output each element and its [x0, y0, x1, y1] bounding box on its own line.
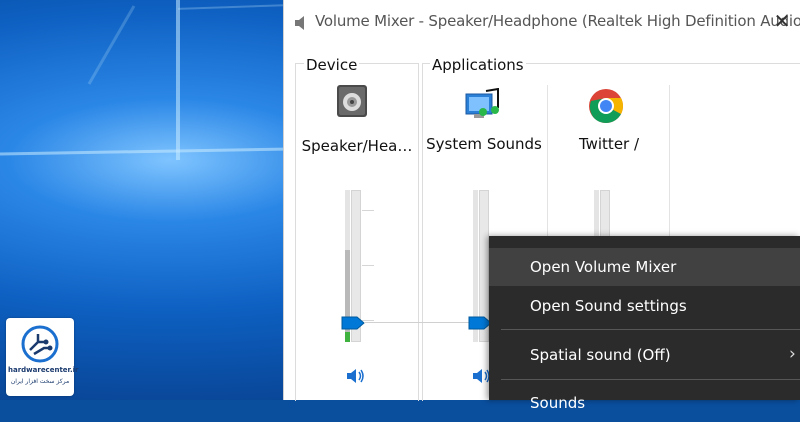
menu-item-open-volume-mixer[interactable]: Open Volume Mixer: [489, 248, 800, 286]
watermark-brand: hardwarecenter.ir: [8, 366, 79, 374]
slider-link-line: [364, 322, 476, 323]
slider-tick: [362, 210, 374, 211]
menu-item-open-sound-settings[interactable]: Open Sound settings: [489, 287, 800, 325]
window-title: Volume Mixer - Speaker/Headphone (Realte…: [315, 12, 800, 30]
volume-slider-twitter[interactable]: [600, 190, 610, 238]
applications-group-label: Applications: [430, 56, 526, 74]
menu-item-label: Spatial sound (Off): [530, 346, 671, 364]
system-sounds-icon: [465, 88, 499, 118]
speaker-device-icon: [337, 85, 367, 117]
slider-tick: [362, 265, 374, 266]
tray-context-menu: Open Volume Mixer Open Sound settings Sp…: [489, 236, 800, 412]
chevron-right-icon: ›: [789, 344, 796, 364]
menu-item-spatial-sound[interactable]: Spatial sound (Off) ›: [489, 336, 800, 374]
menu-item-label: Open Sound settings: [530, 297, 687, 315]
menu-item-label: Sounds: [530, 394, 586, 412]
light-beam: [176, 0, 180, 160]
device-group-label: Device: [304, 56, 360, 74]
circuit-icon: [21, 325, 59, 363]
menu-divider: [501, 329, 800, 330]
close-button[interactable]: ✕: [771, 10, 793, 32]
level-meter-twitter: [594, 190, 599, 238]
speaker-title-icon: [295, 16, 304, 30]
title-bar[interactable]: Volume Mixer - Speaker/Headphone (Realte…: [284, 0, 800, 44]
watermark-logo: hardwarecenter.ir مرکز سخت افزار ایران: [6, 318, 79, 396]
menu-divider: [501, 379, 800, 380]
menu-item-label: Open Volume Mixer: [530, 258, 677, 276]
channel-name-device: Speaker/Hea…: [301, 137, 413, 155]
light-beam: [177, 4, 289, 10]
channel-name-system-sounds: System Sounds: [426, 135, 542, 153]
channel-name-twitter: Twitter /: [578, 135, 640, 153]
menu-item-sounds[interactable]: Sounds: [489, 384, 800, 422]
mute-button-device[interactable]: [346, 367, 366, 385]
meter-peak: [345, 332, 350, 342]
light-beam: [0, 147, 291, 156]
slider-thumb-device[interactable]: [341, 316, 365, 330]
light-beam: [87, 5, 136, 85]
chrome-icon: [589, 89, 623, 123]
watermark-subtitle: مرکز سخت افزار ایران: [10, 378, 70, 385]
